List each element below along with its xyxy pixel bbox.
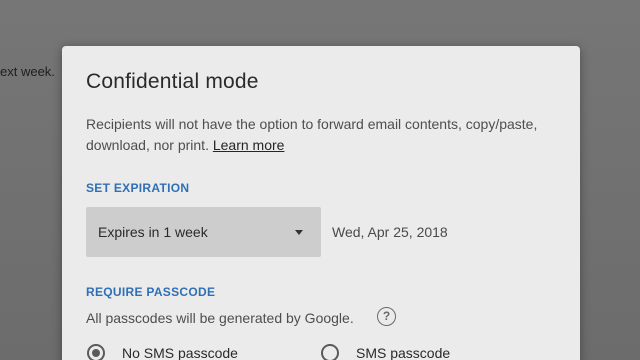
no-sms-passcode-radio[interactable]: No SMS passcode	[87, 344, 238, 360]
radio-unchecked-icon	[321, 344, 339, 360]
confidential-mode-dialog: Confidential mode Recipients will not ha…	[62, 46, 580, 360]
passcode-description: All passcodes will be generated by Googl…	[86, 310, 354, 326]
radio-checked-icon	[87, 344, 105, 360]
dialog-title: Confidential mode	[86, 70, 259, 93]
background-email-text: ext week.	[0, 64, 55, 79]
learn-more-link[interactable]: Learn more	[213, 137, 285, 153]
sms-passcode-radio[interactable]: SMS passcode	[321, 344, 450, 360]
help-circle-icon[interactable]: ?	[377, 307, 396, 326]
expiration-select-value: Expires in 1 week	[98, 224, 208, 240]
set-expiration-label: SET EXPIRATION	[86, 181, 190, 195]
expiration-date: Wed, Apr 25, 2018	[332, 224, 448, 240]
dialog-description: Recipients will not have the option to f…	[86, 114, 556, 156]
sms-passcode-label: SMS passcode	[356, 345, 451, 360]
dropdown-caret-icon	[295, 230, 303, 235]
expiration-select[interactable]: Expires in 1 week	[86, 207, 321, 257]
no-sms-passcode-label: No SMS passcode	[122, 345, 238, 360]
description-text: Recipients will not have the option to f…	[86, 116, 538, 153]
require-passcode-label: REQUIRE PASSCODE	[86, 285, 216, 299]
